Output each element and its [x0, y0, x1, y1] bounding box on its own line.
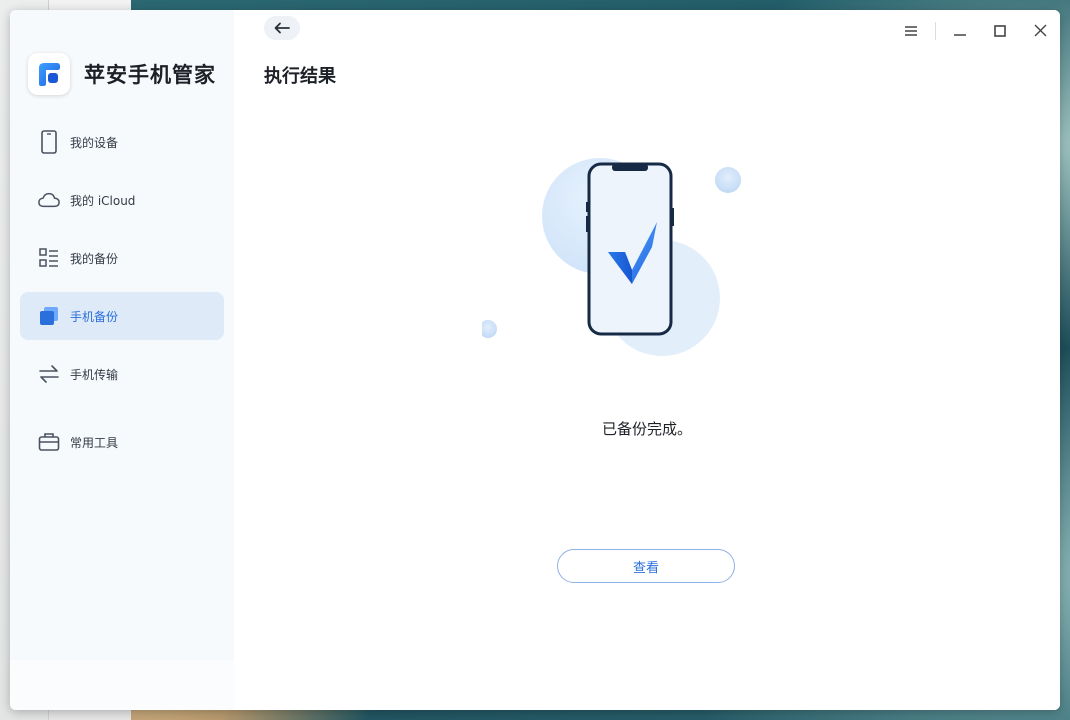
- main-content: 执行结果 已备份完成。 查看: [234, 10, 1060, 710]
- sidebar-item-my-icloud[interactable]: 我的 iCloud: [20, 176, 224, 224]
- transfer-arrows-icon: [38, 363, 60, 385]
- backup-success-illustration: [479, 152, 772, 362]
- sidebar: 苹安手机管家 我的设备 我的 iCloud 我的备份 手机备份 手机传输 常用工…: [10, 10, 234, 710]
- page-title: 执行结果: [264, 66, 336, 87]
- menu-icon: [904, 22, 918, 41]
- close-icon: [1034, 22, 1047, 41]
- sidebar-item-my-device[interactable]: 我的设备: [20, 118, 224, 166]
- sidebar-item-label: 我的 iCloud: [70, 193, 136, 208]
- sidebar-item-label: 我的备份: [70, 251, 119, 266]
- maximize-icon: [994, 22, 1006, 41]
- menu-button[interactable]: [891, 16, 931, 46]
- close-button[interactable]: [1020, 16, 1060, 46]
- sidebar-item-label: 我的设备: [70, 135, 119, 150]
- sidebar-item-label: 手机传输: [70, 367, 119, 382]
- arrow-left-icon: [274, 19, 290, 38]
- minimize-icon: [953, 22, 967, 41]
- backup-list-icon: [38, 247, 60, 269]
- sidebar-item-my-backup[interactable]: 我的备份: [20, 234, 224, 282]
- app-name: 苹安手机管家: [84, 63, 216, 87]
- window-controls: [891, 16, 1060, 46]
- app-logo-icon: [28, 53, 70, 95]
- result-message: 已备份完成。: [601, 420, 692, 438]
- cloud-icon: [38, 189, 60, 211]
- sidebar-footer: [10, 660, 234, 710]
- toolbox-icon: [38, 431, 60, 453]
- sidebar-item-label: 手机备份: [70, 309, 119, 324]
- maximize-button[interactable]: [980, 16, 1020, 46]
- controls-divider: [935, 22, 936, 40]
- brand: 苹安手机管家: [28, 52, 216, 96]
- sidebar-item-phone-backup[interactable]: 手机备份: [20, 292, 224, 340]
- back-button[interactable]: [264, 16, 300, 40]
- sidebar-item-label: 常用工具: [70, 435, 119, 450]
- phone-backup-icon: [38, 305, 60, 327]
- minimize-button[interactable]: [940, 16, 980, 46]
- sidebar-item-phone-transfer[interactable]: 手机传输: [20, 350, 224, 398]
- phone-device-icon: [38, 130, 60, 154]
- app-window: 苹安手机管家 我的设备 我的 iCloud 我的备份 手机备份 手机传输 常用工…: [10, 10, 1060, 710]
- sidebar-item-tools[interactable]: 常用工具: [20, 418, 224, 466]
- view-button[interactable]: 查看: [557, 549, 735, 583]
